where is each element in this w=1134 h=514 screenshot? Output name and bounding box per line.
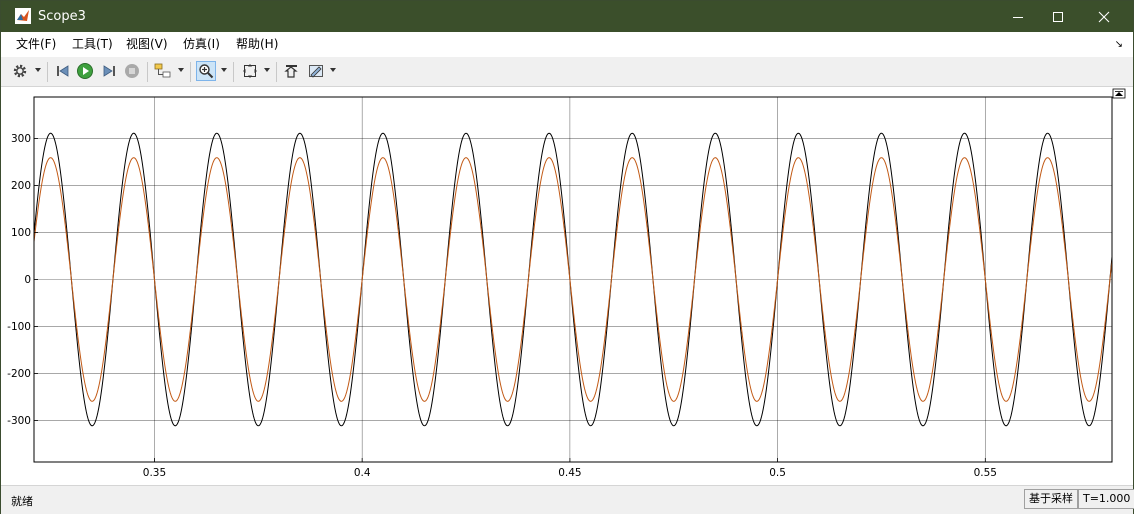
zoom-dropdown-icon[interactable]: [221, 68, 227, 72]
scope-window: Scope3 文件(F) 工具(T) 视图(V) 仿真(I) 帮助(H) ↘ 0…: [0, 0, 1134, 514]
toolbar: [1, 58, 1133, 87]
y-tick-label: 100: [11, 227, 31, 239]
menu-file[interactable]: 文件(F): [16, 37, 56, 52]
highlight-block-icon: [154, 63, 171, 78]
toolbar-separator: [47, 62, 48, 82]
fit-to-view-button[interactable]: [240, 61, 260, 81]
maximize-button[interactable]: [1035, 1, 1081, 32]
highlight-block-button[interactable]: [153, 61, 173, 81]
menu-simulation[interactable]: 仿真(I): [183, 37, 220, 52]
stop-button[interactable]: [122, 61, 142, 81]
y-tick-label: -300: [7, 415, 31, 427]
step-back-icon: [57, 65, 69, 77]
step-back-button[interactable]: [53, 61, 73, 81]
close-button[interactable]: [1081, 1, 1127, 32]
scope-chart[interactable]: 0.35 0.4 0.45 0.5 0.55 300 200 100 0 -100 -200 -300: [1, 87, 1133, 485]
x-tick-label: 0.4: [354, 467, 371, 479]
matlab-scope-icon: [15, 8, 31, 24]
zoom-in-icon: [199, 64, 214, 79]
status-text: 就绪: [11, 495, 33, 508]
settings-dropdown-icon[interactable]: [35, 68, 41, 72]
menu-bar: 文件(F) 工具(T) 视图(V) 仿真(I) 帮助(H) ↘: [1, 32, 1133, 57]
style-icon: [309, 65, 323, 78]
y-tick-label: 200: [11, 180, 31, 192]
settings-button[interactable]: [10, 61, 30, 81]
toolbar-separator: [276, 62, 277, 82]
settings-gear-icon: [13, 64, 27, 78]
step-forward-icon: [103, 65, 115, 77]
highlight-dropdown-icon[interactable]: [178, 68, 184, 72]
x-tick-label: 0.5: [769, 467, 786, 479]
minimize-icon: [1013, 16, 1023, 18]
scope-display[interactable]: 0.35 0.4 0.45 0.5 0.55 300 200 100 0 -100 -200 -300: [1, 87, 1133, 485]
axes-scaling-icon: [284, 65, 298, 78]
zoom-in-button[interactable]: [196, 61, 216, 81]
legend-toggle-button[interactable]: [1112, 88, 1126, 99]
toolbar-separator: [147, 62, 148, 82]
menu-view[interactable]: 视图(V): [126, 37, 168, 52]
style-button[interactable]: [306, 61, 326, 81]
x-tick-label: 0.35: [143, 467, 166, 479]
y-tick-label: 0: [24, 274, 31, 286]
y-tick-label: 300: [11, 133, 31, 145]
tick-labels: 0.35 0.4 0.45 0.5 0.55 300 200 100 0 -100 -200 -300: [7, 133, 997, 479]
fit-to-view-icon: [243, 64, 257, 78]
step-forward-button[interactable]: [99, 61, 119, 81]
time-readout: T=1.000: [1078, 489, 1134, 509]
axes-scaling-button[interactable]: [282, 61, 302, 81]
sample-mode-indicator: 基于采样: [1024, 489, 1078, 509]
x-tick-label: 0.55: [974, 467, 997, 479]
run-button[interactable]: [75, 61, 95, 81]
style-dropdown-icon[interactable]: [330, 68, 336, 72]
menu-help[interactable]: 帮助(H): [236, 37, 278, 52]
stop-icon: [125, 64, 139, 78]
dock-arrow-icon[interactable]: ↘: [1115, 39, 1123, 50]
title-bar[interactable]: Scope3: [1, 1, 1133, 32]
close-icon: [1098, 11, 1110, 22]
toolbar-separator: [190, 62, 191, 82]
window-title: Scope3: [38, 9, 86, 24]
fit-dropdown-icon[interactable]: [264, 68, 270, 72]
x-tick-label: 0.45: [558, 467, 581, 479]
run-icon: [77, 63, 93, 79]
maximize-icon: [1053, 11, 1063, 22]
status-bar: 就绪 基于采样 T=1.000: [1, 485, 1134, 514]
y-tick-label: -100: [7, 321, 31, 333]
menu-tools[interactable]: 工具(T): [72, 37, 113, 52]
toolbar-separator: [233, 62, 234, 82]
y-tick-label: -200: [7, 368, 31, 380]
